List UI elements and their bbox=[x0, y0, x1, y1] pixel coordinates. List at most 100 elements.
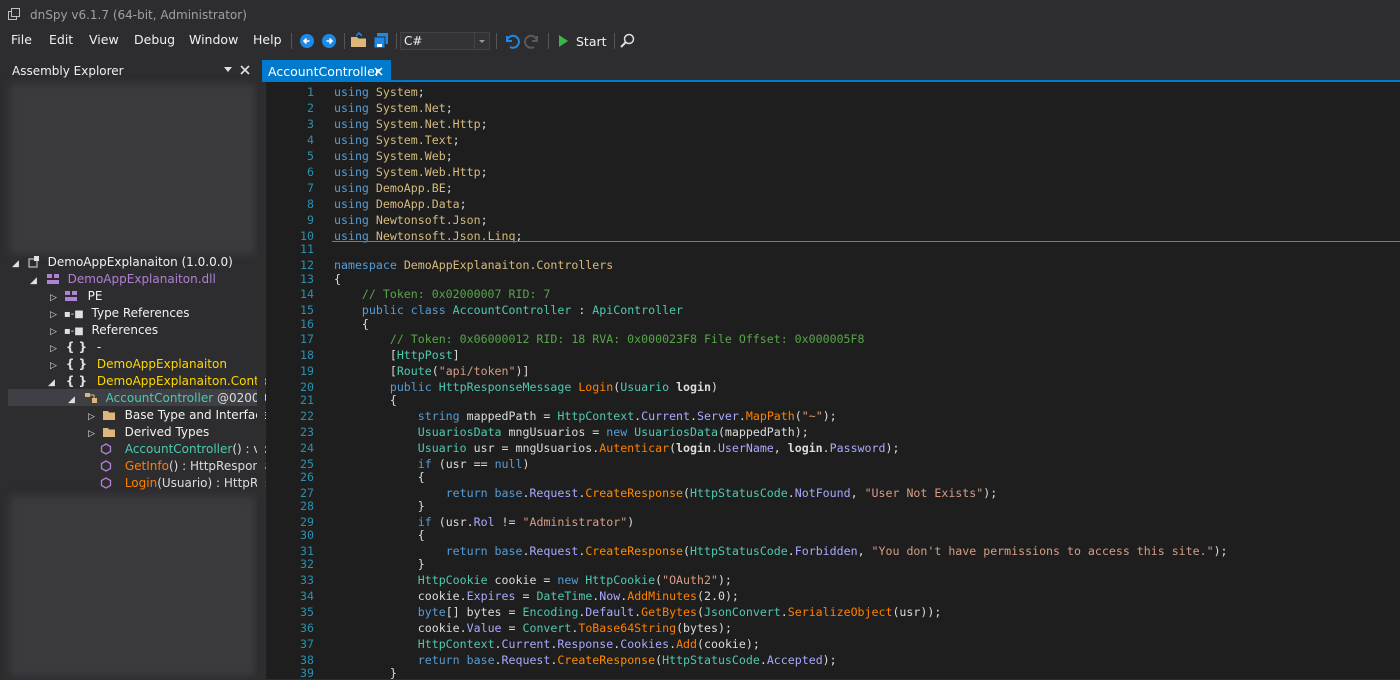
code-token: Response bbox=[557, 637, 614, 651]
code-token: . bbox=[494, 637, 502, 651]
open-folder-icon[interactable] bbox=[350, 32, 368, 50]
close-icon[interactable] bbox=[374, 67, 383, 76]
code-token: Expires bbox=[466, 589, 516, 603]
line-number: 18 bbox=[300, 348, 314, 362]
code-token: using bbox=[334, 213, 376, 227]
tree-node-namespace-empty[interactable]: ▷ { } - bbox=[50, 339, 101, 356]
code-token: "OAuth2" bbox=[662, 573, 718, 587]
code-token: { bbox=[334, 393, 397, 407]
redo-icon[interactable] bbox=[524, 32, 542, 50]
code-token: )] bbox=[515, 364, 530, 378]
line-number: 38 bbox=[300, 653, 314, 667]
code-token: Login bbox=[578, 380, 614, 394]
code-token: HttpStatusCode bbox=[690, 544, 788, 558]
code-token: ; bbox=[452, 133, 460, 147]
code-token: ); bbox=[983, 486, 998, 500]
tree-node-assembly[interactable]: ◢ DemoAppExplanaiton (1.0.0.0) bbox=[12, 254, 233, 271]
menu-help[interactable]: Help bbox=[253, 32, 282, 47]
tree-node-pe[interactable]: ▷ PE bbox=[50, 288, 102, 305]
code-token: HttpPost bbox=[396, 348, 453, 362]
code-token: . bbox=[787, 486, 795, 500]
expand-arrow-icon[interactable]: ◢ bbox=[12, 256, 20, 273]
tree-node-class[interactable]: ◢ AccountController @0200000 bbox=[68, 390, 282, 407]
collapse-arrow-icon[interactable]: ▷ bbox=[88, 426, 96, 443]
code-line: [Route("api/token")] bbox=[334, 364, 530, 378]
code-token: return base bbox=[417, 653, 495, 667]
code-line: } bbox=[334, 557, 425, 571]
expand-arrow-icon[interactable]: ◢ bbox=[48, 375, 56, 392]
chevron-down-icon[interactable] bbox=[474, 33, 489, 49]
code-token: (cookie); bbox=[697, 637, 760, 651]
save-all-icon[interactable] bbox=[372, 32, 390, 50]
code-token: using bbox=[334, 133, 376, 147]
code-editor[interactable]: 1 using System; 2 using System.Net; 3 using S… bbox=[266, 82, 1400, 680]
line-number: 21 bbox=[300, 393, 314, 407]
title-bar: dnSpy v6.1.7 (64-bit, Administrator) bbox=[0, 0, 1400, 30]
code-token: login bbox=[676, 380, 711, 394]
language-select[interactable]: C# bbox=[400, 32, 490, 50]
tab-account-controller[interactable]: AccountController bbox=[262, 60, 391, 82]
code-token: "~" bbox=[801, 409, 823, 423]
code-line: return base.Request.CreateResponse(HttpS… bbox=[334, 486, 998, 500]
expand-arrow-icon[interactable]: ◢ bbox=[30, 273, 38, 290]
code-token: ( bbox=[683, 486, 691, 500]
line-number: 15 bbox=[300, 303, 314, 317]
code-area[interactable]: 1 using System; 2 using System.Net; 3 using S… bbox=[266, 82, 1400, 680]
code-token: ; bbox=[445, 149, 453, 163]
code-line: { bbox=[334, 528, 425, 542]
play-icon[interactable] bbox=[554, 32, 572, 50]
chevron-down-icon[interactable] bbox=[224, 67, 232, 73]
code-line: using DemoApp.Data; bbox=[334, 197, 467, 211]
tree-node-references[interactable]: ▷ ▪-■ References bbox=[50, 322, 158, 339]
tree-node-method-ctor[interactable]: AccountController() : void bbox=[100, 441, 279, 458]
close-icon[interactable] bbox=[240, 65, 250, 75]
code-token: . bbox=[710, 441, 718, 455]
code-token: Default bbox=[585, 605, 635, 619]
menu-file[interactable]: File bbox=[11, 32, 32, 47]
line-number: 28 bbox=[300, 499, 314, 513]
tree-node-derived-types[interactable]: ▷ Derived Types bbox=[88, 424, 209, 441]
code-token: HttpStatusCode bbox=[690, 486, 788, 500]
code-token: ) bbox=[710, 380, 718, 394]
code-token: cookie. bbox=[334, 621, 467, 635]
search-icon[interactable] bbox=[619, 32, 637, 50]
code-token: HttpResponseMessage bbox=[438, 380, 579, 394]
code-token: ); bbox=[717, 573, 732, 587]
code-token: } bbox=[334, 499, 425, 513]
code-token: , bbox=[850, 486, 865, 500]
code-line: using System.Net.Http; bbox=[334, 117, 488, 131]
navigate-back-icon[interactable] bbox=[298, 32, 316, 50]
code-token: ; bbox=[445, 101, 453, 115]
code-token: if bbox=[417, 457, 439, 471]
code-token: Current bbox=[641, 409, 691, 423]
line-number: 32 bbox=[300, 557, 314, 571]
tree-node-method-login[interactable]: Login(Usuario) : HttpResp bbox=[100, 475, 279, 492]
expand-arrow-icon[interactable]: ◢ bbox=[68, 392, 76, 409]
menu-window[interactable]: Window bbox=[189, 32, 238, 47]
code-token: Add bbox=[676, 637, 698, 651]
code-token: if bbox=[417, 515, 439, 529]
code-token: public class bbox=[361, 303, 453, 317]
line-number: 37 bbox=[300, 637, 314, 651]
code-line: HttpContext.Current.Response.Cookies.Add… bbox=[334, 637, 760, 651]
code-line: using System.Web; bbox=[334, 149, 453, 163]
explorer-scrollbar[interactable] bbox=[257, 84, 265, 679]
code-token: using bbox=[334, 181, 376, 195]
navigate-forward-icon[interactable] bbox=[320, 32, 338, 50]
tree-node-type-references[interactable]: ▷ ▪-■ Type References bbox=[50, 305, 190, 322]
code-token: Cookies bbox=[620, 637, 670, 651]
code-line: using System; bbox=[334, 85, 425, 99]
toolbar-separator bbox=[496, 33, 497, 49]
menu-debug[interactable]: Debug bbox=[134, 32, 175, 47]
line-number: 33 bbox=[300, 573, 314, 587]
start-button[interactable]: Start bbox=[576, 34, 607, 49]
tree-node-base-types[interactable]: ▷ Base Type and Interfaces bbox=[88, 407, 275, 424]
code-token: ; bbox=[459, 197, 467, 211]
menu-edit[interactable]: Edit bbox=[49, 32, 73, 47]
menu-view[interactable]: View bbox=[89, 32, 119, 47]
undo-icon[interactable] bbox=[502, 32, 520, 50]
tree-node-namespace-root[interactable]: ▷ { } DemoAppExplanaiton bbox=[50, 356, 227, 373]
tree-node-module[interactable]: ◢ DemoAppExplanaiton.dll bbox=[30, 271, 216, 288]
code-token: byte bbox=[417, 605, 446, 619]
